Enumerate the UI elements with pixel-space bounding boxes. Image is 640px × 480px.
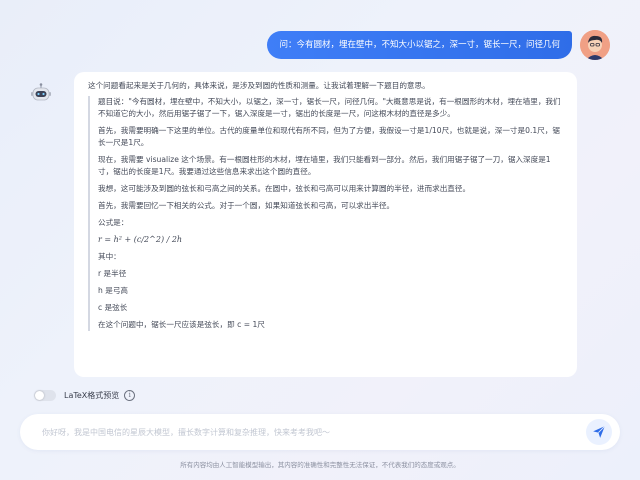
- user-avatar-icon: [580, 30, 610, 60]
- disclaimer-text: 所有内容均由人工智能模型输出，其内容的准确性和完整性无法保证，不代表我们的态度或…: [180, 461, 460, 469]
- latex-preview-row: LaTeX格式预览 i: [34, 390, 136, 401]
- answer-paragraph: 公式是：: [98, 218, 129, 227]
- answer-paragraph: h 是弓高: [98, 286, 129, 295]
- radius-formula: r = h² + (c/2^2) / 2h: [98, 235, 183, 244]
- answer-paragraph: 首先，我需要明确一下这里的单位。古代的度量单位和现代有所不同，但为了方便，我假设…: [98, 126, 560, 147]
- latex-preview-label: LaTeX格式预览: [64, 391, 120, 400]
- answer-reasoning-block: 题目说："今有圆材，埋在壁中，不知大小，以锯之，深一寸，锯长一尺，问径几何。"大…: [88, 96, 563, 331]
- robot-icon: [30, 82, 52, 104]
- assistant-answer-card: 这个问题看起来是关于几何的，具体来说，是涉及到圆的性质和测量。让我试着理解一下题…: [74, 72, 577, 377]
- latex-preview-toggle[interactable]: [34, 390, 56, 401]
- answer-paragraph: 我想，这可能涉及到圆的弦长和弓高之间的关系。在圆中，弦长和弓高可以用来计算圆的半…: [98, 184, 471, 193]
- send-button[interactable]: [586, 419, 612, 445]
- answer-paragraph: 其中：: [98, 252, 121, 261]
- answer-paragraph: 现在，我需要 visualize 这个场景。有一根圆柱形的木材，埋在墙里，我们只…: [98, 155, 551, 176]
- toggle-knob: [35, 391, 44, 400]
- answer-paragraph: 题目说："今有圆材，埋在壁中，不知大小，以锯之，深一寸，锯长一尺，问径几何。"大…: [98, 97, 561, 118]
- answer-paragraph: c 是弦长: [98, 303, 128, 312]
- answer-paragraph: r 是半径: [98, 269, 127, 278]
- info-icon[interactable]: i: [124, 390, 136, 401]
- chat-input[interactable]: [42, 427, 586, 437]
- user-message-bubble: 问：今有圆材，埋在壁中，不知大小以锯之，深一寸，锯长一尺，问径几何: [267, 31, 572, 59]
- user-message-row: 问：今有圆材，埋在壁中，不知大小以锯之，深一寸，锯长一尺，问径几何: [267, 30, 610, 60]
- answer-paragraph: 在这个问题中，锯长一尺应该是弦长，即 c = 1尺: [98, 320, 265, 329]
- answer-lead: 这个问题看起来是关于几何的，具体来说，是涉及到圆的性质和测量。让我试着理解一下题…: [88, 81, 430, 90]
- send-icon: [593, 425, 606, 438]
- answer-paragraph: 首先，我需要回忆一下相关的公式。对于一个圆，如果知道弦长和弓高，可以求出半径。: [98, 201, 395, 210]
- chat-input-box: [20, 414, 620, 450]
